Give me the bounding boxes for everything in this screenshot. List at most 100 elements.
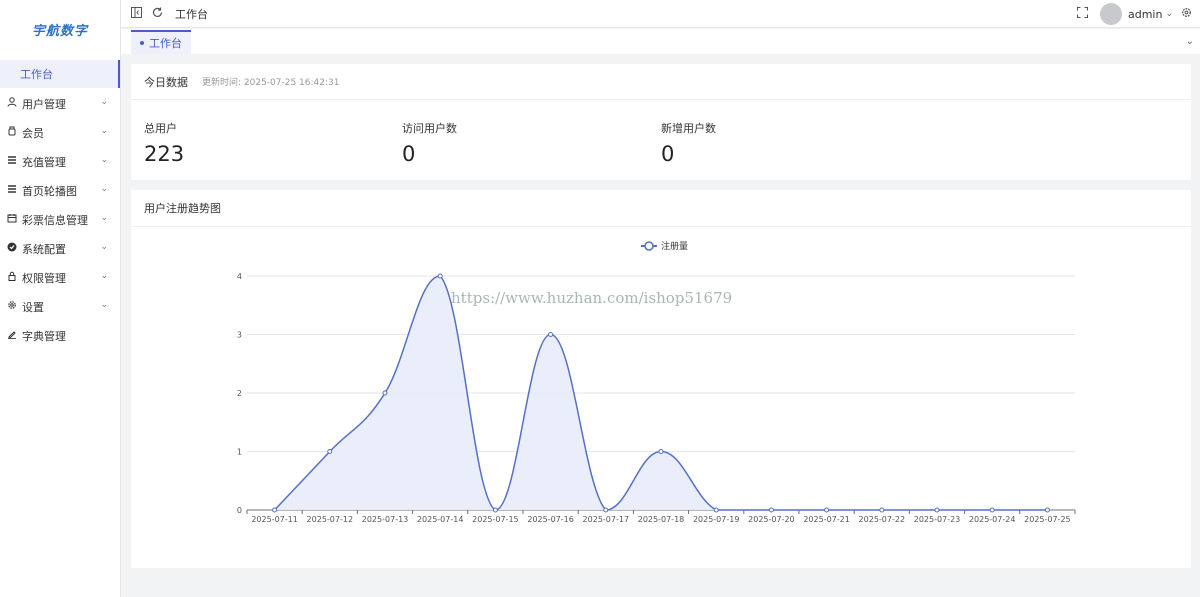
data-point[interactable] [437,273,443,279]
sidebar-item-recharge[interactable]: 充值管理 ⌄ [0,147,120,176]
y-tick-label: 3 [237,331,242,340]
sidebar-item-users[interactable]: 用户管理 ⌄ [0,89,120,118]
data-point[interactable] [989,507,995,513]
x-tick-label: 2025-07-23 [914,515,961,524]
chevron-down-icon: ⌄ [100,213,108,223]
sidebar-item-label: 字典管理 [22,329,66,343]
sidebar-item-settings[interactable]: 设置 ⌄ [0,292,120,321]
fullscreen-icon[interactable] [1076,6,1089,21]
x-tick-label: 2025-07-11 [251,515,298,524]
data-point[interactable] [879,507,885,513]
stat-total-users: 总用户 223 [144,120,184,166]
chevron-down-icon: ⌄ [100,242,108,252]
sidebar-item-label: 用户管理 [22,97,66,111]
x-tick-label: 2025-07-15 [472,515,519,524]
header-right: admin ⌄ [1076,0,1192,28]
card-title: 用户注册趋势图 [144,202,221,215]
chevron-down-icon: ⌄ [100,271,108,281]
chevron-down-icon[interactable]: ⌄ [1186,36,1194,47]
x-tick-label: 2025-07-17 [583,515,630,524]
sidebar-item-label: 权限管理 [22,271,66,285]
x-tick-label: 2025-07-12 [307,515,354,524]
x-tick-label: 2025-07-18 [638,515,685,524]
chevron-down-icon: ⌄ [100,97,108,107]
x-tick-label: 2025-07-25 [1024,515,1071,524]
sidebar-item-carousel[interactable]: 首页轮播图 ⌄ [0,176,120,205]
chevron-down-icon: ⌄ [100,126,108,136]
data-point[interactable] [658,449,664,454]
avatar[interactable] [1099,3,1122,25]
sidebar-item-dictionary[interactable]: 字典管理 [0,321,120,350]
stat-value: 0 [661,142,675,166]
stat-label: 总用户 [144,122,177,135]
registration-trend-chart: 2025-07-11 2025-07-12 2025-07-13 2025-07-14… [237,240,1076,524]
y-tick-label: 1 [237,448,242,457]
y-tick-label: 2 [237,389,242,398]
data-point[interactable] [713,507,719,513]
username[interactable]: admin [1128,8,1162,21]
logo[interactable]: 宇航数字 [0,0,120,58]
tab-dashboard[interactable]: 工作台 [131,30,191,54]
y-tick-label: 4 [237,272,242,281]
data-point[interactable] [272,507,278,513]
data-point[interactable] [492,507,498,513]
active-dot-icon [140,41,144,45]
today-data-card: 今日数据 更新时间: 2025-07-25 16:42:31 总用户 223 访… [131,64,1191,180]
sidebar-item-label: 工作台 [20,68,53,81]
user-icon [6,97,18,110]
x-tick-label: 2025-07-20 [748,515,795,524]
legend-label: 注册量 [661,240,688,252]
card-header: 今日数据 更新时间: 2025-07-25 16:42:31 [131,64,1191,100]
member-icon [6,126,18,139]
gear-icon[interactable] [1181,7,1192,21]
gear-icon [6,300,18,313]
tabs-bar: 工作台 ⌄ [121,29,1200,54]
x-tick-label: 2025-07-21 [803,515,850,524]
data-point[interactable] [768,507,774,513]
breadcrumb: 工作台 [175,7,208,21]
chevron-down-icon[interactable]: ⌄ [1165,9,1173,19]
lock-icon [6,271,18,284]
x-tick-label: 2025-07-16 [527,515,574,524]
data-point[interactable] [327,449,333,454]
sidebar-item-lottery[interactable]: 彩票信息管理 ⌄ [0,205,120,234]
chart-legend[interactable]: 注册量 [641,240,688,252]
sidebar-item-label: 首页轮播图 [22,184,77,198]
collapse-sidebar-icon[interactable] [131,6,142,21]
sidebar-item-system-config[interactable]: 系统配置 ⌄ [0,234,120,263]
stat-value: 223 [144,142,185,166]
data-point[interactable] [382,390,388,396]
sidebar-item-label: 系统配置 [22,242,66,256]
data-point[interactable] [824,507,830,513]
card-header: 用户注册趋势图 [131,190,1191,227]
calendar-icon [6,213,18,226]
legend-marker-icon [644,241,654,251]
sidebar-item-dashboard[interactable]: 工作台 [0,60,120,88]
data-point[interactable] [603,507,609,513]
x-tick-label: 2025-07-13 [362,515,409,524]
stat-new-users: 新增用户数 0 [661,120,716,166]
updated-time: 更新时间: 2025-07-25 16:42:31 [202,78,340,88]
logo-text: 宇航数字 [31,23,88,39]
chevron-down-icon: ⌄ [100,300,108,310]
sidebar-item-label: 设置 [22,300,44,314]
check-circle-icon [6,242,18,255]
chevron-down-icon: ⌄ [100,155,108,165]
y-tick-label: 0 [237,506,242,515]
sidebar-item-label: 彩票信息管理 [22,213,88,227]
registration-trend-card: 用户注册趋势图 2025-07-11 2025-07-12 2025-07-13 20… [131,190,1191,568]
sidebar-item-member[interactable]: 会员 ⌄ [0,118,120,147]
data-point[interactable] [934,507,940,513]
chevron-down-icon: ⌄ [100,184,108,194]
data-point[interactable] [1044,507,1050,513]
sidebar-item-label: 充值管理 [22,155,66,169]
edit-icon [6,329,18,342]
top-header: 工作台 admin ⌄ [121,0,1200,28]
x-tick-label: 2025-07-22 [859,515,906,524]
x-tick-label: 2025-07-19 [693,515,740,524]
refresh-icon[interactable] [152,7,163,21]
sidebar-item-permissions[interactable]: 权限管理 ⌄ [0,263,120,292]
sidebar-item-label: 会员 [22,126,44,140]
data-point[interactable] [548,332,554,337]
watermark: https://www.huzhan.com/ishop51679 [451,289,732,307]
